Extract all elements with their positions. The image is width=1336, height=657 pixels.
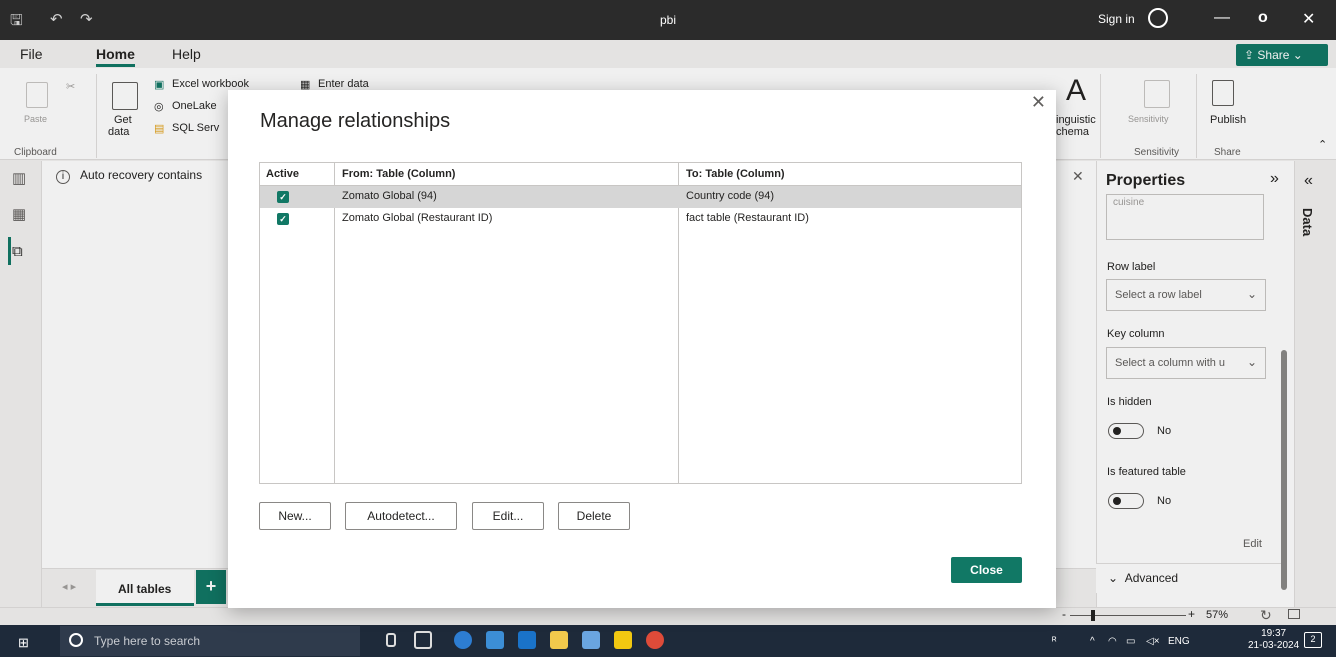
network-icon[interactable]: ◠ [1108,636,1117,647]
power-bi-icon[interactable] [614,631,632,649]
dialog-title: Manage relationships [260,110,451,132]
clock-time: 19:37 [1261,628,1287,639]
row-to-cell: Country code (94) [686,190,775,202]
column-header-to[interactable]: To: Table (Column) [686,168,785,180]
sign-in-link[interactable]: Sign in [1098,12,1135,26]
search-icon [69,633,83,647]
chrome-icon[interactable] [646,631,664,649]
mail-icon[interactable] [518,631,536,649]
column-header-from[interactable]: From: Table (Column) [342,168,455,180]
row-from-cell: Zomato Global (94) [342,190,437,202]
store-icon[interactable] [486,631,504,649]
edit-relationship-button[interactable]: Edit... [472,502,544,530]
row-from-cell: Zomato Global (Restaurant ID) [342,212,493,224]
file-explorer-icon[interactable] [550,631,568,649]
tray-chevron-icon[interactable]: ^ [1090,636,1095,647]
dialog-close-icon[interactable]: ✕ [1031,92,1046,113]
user-icon[interactable] [1148,8,1168,28]
close-button[interactable]: Close [951,557,1022,583]
window-title: pbi [659,13,676,27]
title-bar: 🖫 ↶ ↷ pbi Sign in — o ✕ [0,0,1336,40]
clock-date: 21-03-2024 [1248,640,1300,651]
people-icon[interactable]: ᴿ [1052,636,1057,647]
autodetect-button[interactable]: Autodetect... [345,502,457,530]
taskbar-search[interactable]: Type here to search [60,626,360,656]
edge-icon[interactable] [454,631,472,649]
windows-start-icon[interactable]: ⊞ [18,635,29,651]
notification-icon[interactable]: 2 [1304,632,1322,648]
close-window-button[interactable]: ✕ [1302,9,1315,29]
column-header-active[interactable]: Active [266,168,299,180]
delete-relationship-button[interactable]: Delete [558,502,630,530]
task-view-icon[interactable] [414,631,432,649]
relationship-row[interactable]: ✓ Zomato Global (Restaurant ID) fact tab… [260,208,1021,230]
relationships-grid: Active From: Table (Column) To: Table (C… [259,162,1022,484]
volume-icon[interactable]: ◁× [1146,636,1160,647]
row-to-cell: fact table (Restaurant ID) [686,212,809,224]
mic-icon[interactable] [386,633,396,647]
battery-icon[interactable]: ▭ [1126,636,1135,647]
taskbar-search-placeholder: Type here to search [94,634,201,648]
manage-relationships-dialog: Manage relationships ✕ Active From: Tabl… [228,90,1056,608]
restore-button[interactable]: o [1258,9,1268,27]
active-checkbox[interactable]: ✓ [277,191,289,203]
language-indicator[interactable]: ENG [1168,636,1190,647]
minimize-button[interactable]: — [1214,9,1230,27]
relationship-row[interactable]: ✓ Zomato Global (94) Country code (94) [260,186,1021,208]
system-clock[interactable]: 19:37 21-03-2024 [1248,628,1299,652]
active-checkbox[interactable]: ✓ [277,213,289,225]
app-icon[interactable] [582,631,600,649]
notification-count: 2 [1310,634,1316,644]
new-relationship-button[interactable]: New... [259,502,331,530]
